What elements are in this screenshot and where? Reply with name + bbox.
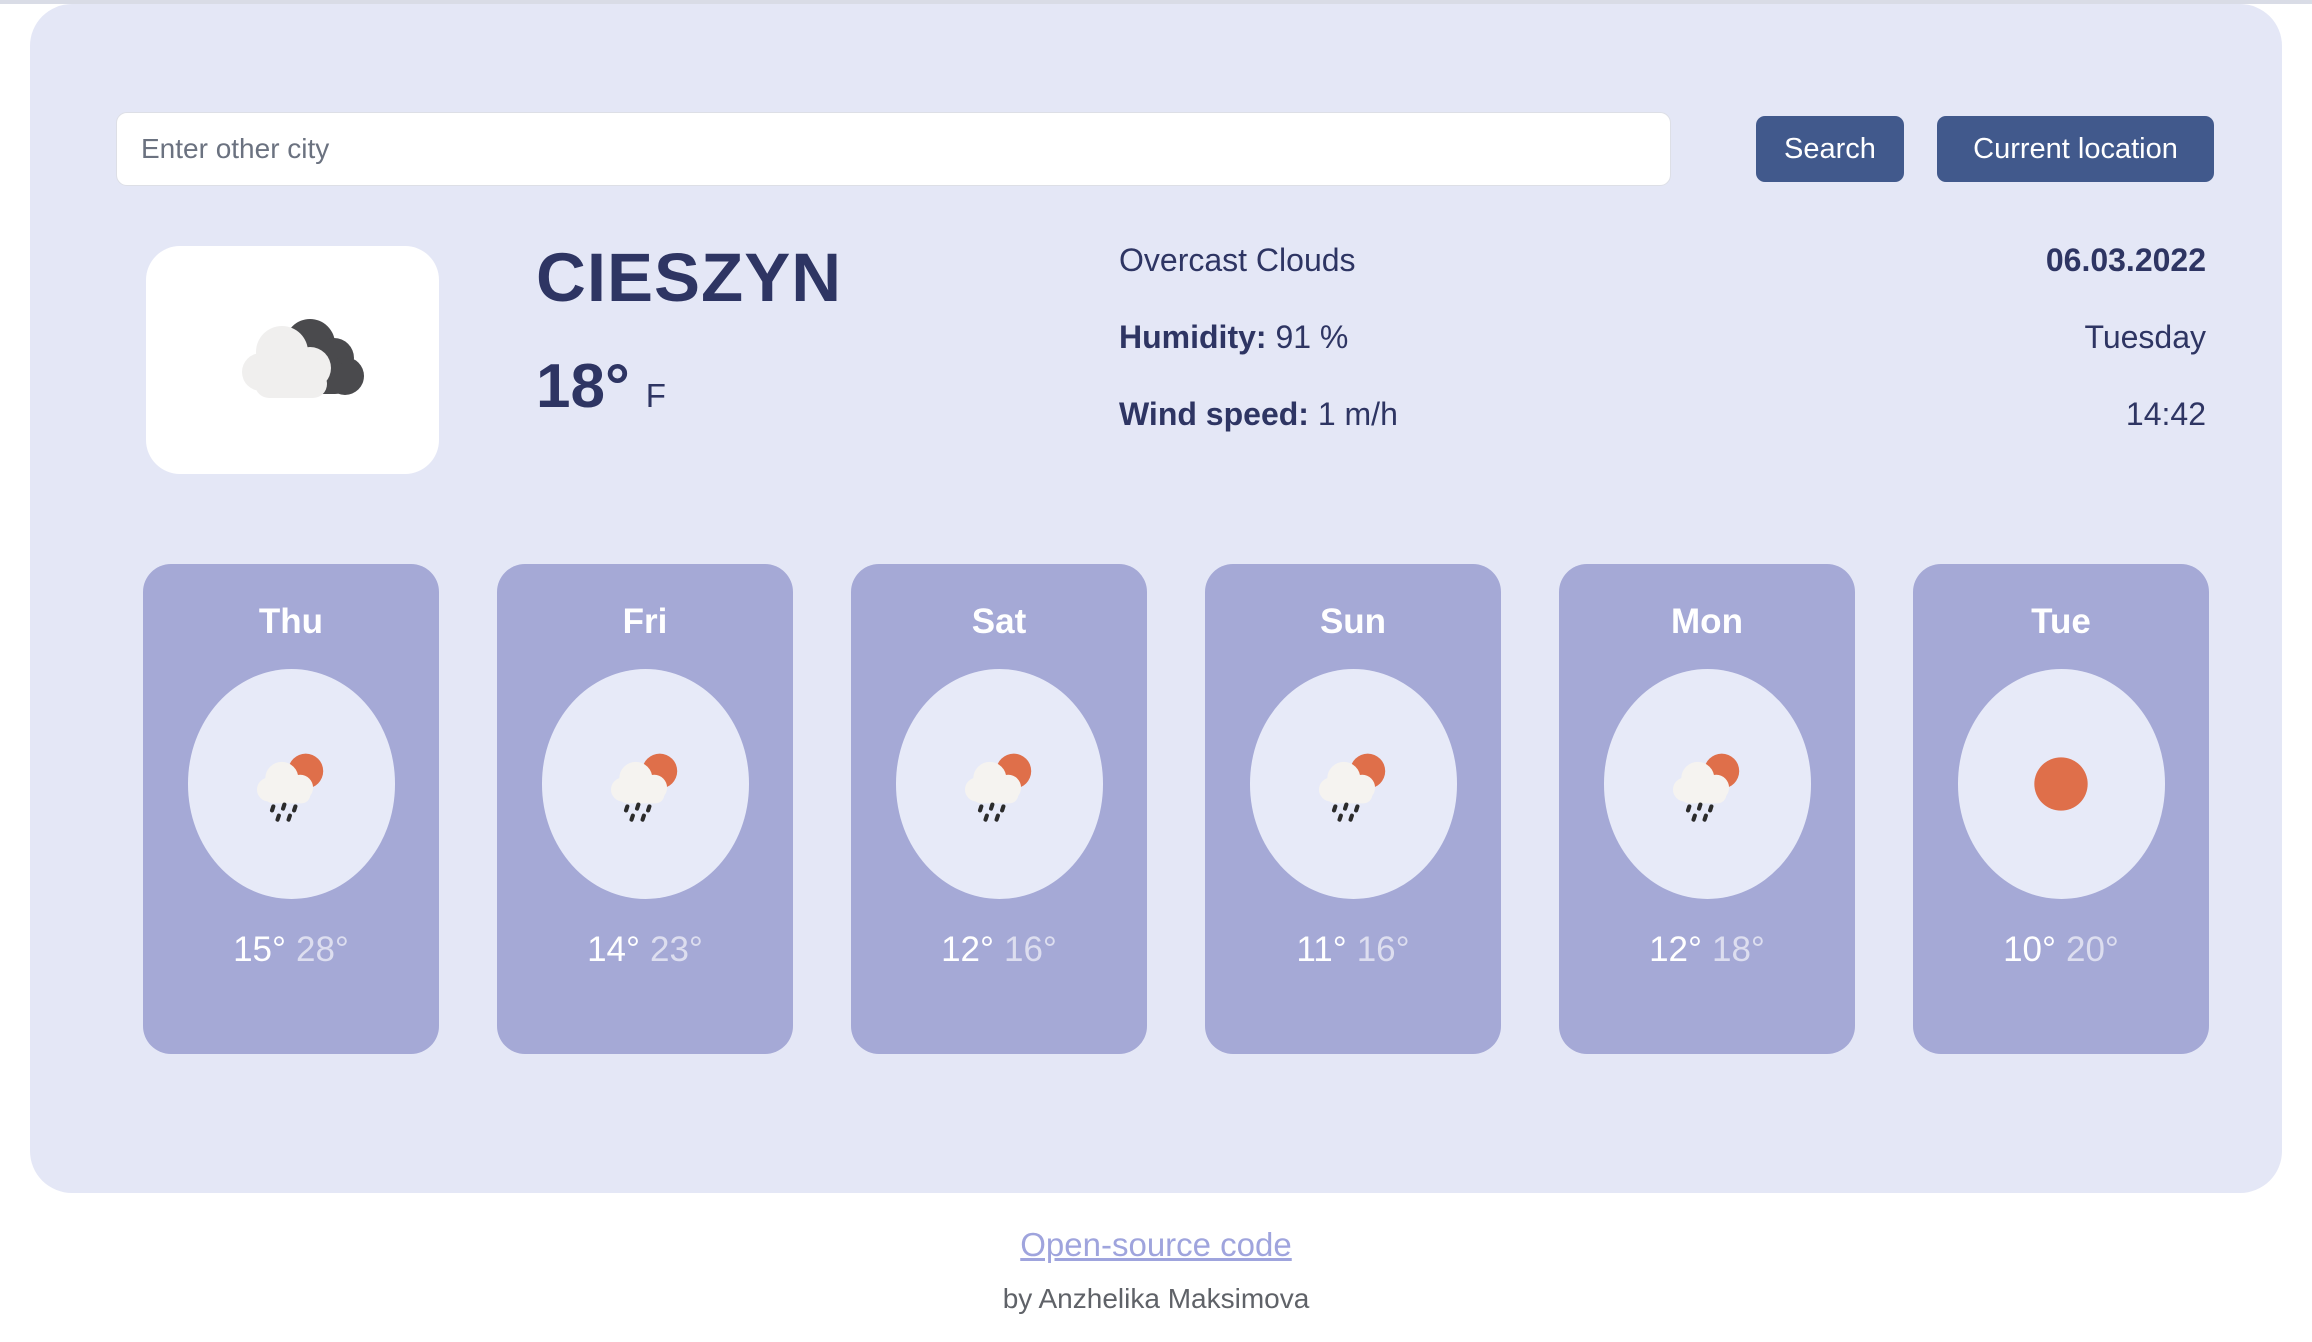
date-time-block: 06.03.2022 Tuesday 14:42 — [1646, 244, 2206, 430]
forecast-high-temp: 16° — [1356, 930, 1410, 969]
city-block: CIESZYN 18° F — [536, 240, 996, 418]
forecast-temperatures: 12° 16° — [941, 932, 1057, 967]
current-time: 14:42 — [2125, 396, 2206, 432]
sun-behind-rain-cloud-icon — [1307, 738, 1399, 830]
forecast-icon-well — [895, 669, 1103, 899]
forecast-high-temp: 23° — [650, 930, 703, 969]
city-search-input[interactable] — [116, 112, 1671, 186]
forecast-card: Fri 14° 23° — [497, 564, 793, 1054]
forecast-low-temp: 14° — [587, 930, 640, 969]
current-date: 06.03.2022 — [2045, 242, 2206, 278]
sun-behind-rain-cloud-icon — [1661, 738, 1753, 830]
forecast-day-label: Sun — [1319, 602, 1387, 641]
forecast-high-temp: 28° — [296, 930, 349, 969]
forecast-icon-well — [1249, 669, 1457, 899]
forecast-day-label: Sat — [971, 602, 1027, 641]
current-temperature-row: 18° F — [536, 351, 996, 421]
forecast-high-temp: 16° — [1004, 930, 1057, 969]
forecast-day-label: Mon — [1671, 602, 1743, 641]
search-row: Search Current location — [116, 112, 2214, 186]
footer: Open-source code by Anzhelika Maksimova — [0, 1228, 2312, 1313]
forecast-icon-well — [1957, 669, 2165, 899]
forecast-day-label: Thu — [258, 602, 324, 641]
forecast-temperatures: 14° 23° — [587, 932, 703, 967]
open-source-code-link[interactable]: Open-source code — [1020, 1228, 1292, 1261]
city-name: CIESZYN — [536, 239, 843, 316]
forecast-day-label: Fri — [622, 602, 668, 641]
forecast-list: Thu 15° 28° Fri 14° 23° Sat 12° 16° Sun … — [143, 564, 2233, 1054]
forecast-high-temp: 20° — [2066, 930, 2119, 969]
forecast-low-temp: 10° — [2003, 930, 2056, 969]
sun-behind-rain-cloud-icon — [953, 738, 1045, 830]
forecast-icon-well — [187, 669, 395, 899]
forecast-icon-well — [541, 669, 749, 899]
current-weather-icon-card — [146, 246, 439, 474]
weather-app-page: Search Current location — [0, 0, 2312, 1342]
forecast-high-temp: 18° — [1712, 930, 1765, 969]
forecast-temperatures: 10° 20° — [2003, 932, 2119, 967]
forecast-card: Mon 12° 18° — [1559, 564, 1855, 1054]
forecast-card: Tue 10° 20° — [1913, 564, 2209, 1054]
forecast-temperatures: 15° 28° — [233, 932, 349, 967]
forecast-card: Sun 11° 16° — [1205, 564, 1501, 1054]
search-button[interactable]: Search — [1756, 116, 1904, 182]
forecast-low-temp: 15° — [233, 930, 286, 969]
current-location-button[interactable]: Current location — [1937, 116, 2214, 182]
forecast-low-temp: 11° — [1296, 930, 1347, 969]
forecast-low-temp: 12° — [941, 930, 994, 969]
sun-behind-rain-cloud-icon — [599, 738, 691, 830]
current-weather-section: CIESZYN 18° F Overcast Clouds Humidity: … — [116, 240, 2206, 480]
current-temperature: 18° — [536, 351, 630, 421]
weather-panel: Search Current location — [30, 4, 2282, 1193]
forecast-low-temp: 12° — [1649, 930, 1702, 969]
forecast-temperatures: 12° 18° — [1649, 932, 1765, 967]
temperature-unit: F — [645, 376, 666, 414]
footer-author: by Anzhelika Maksimova — [1002, 1283, 1310, 1314]
sun-icon — [2015, 738, 2107, 830]
forecast-temperatures: 11° 16° — [1296, 932, 1409, 967]
humidity-label: Humidity: — [1119, 319, 1267, 355]
wind-speed-value: 1 m/h — [1317, 396, 1398, 432]
overcast-clouds-icon — [241, 319, 364, 398]
wind-speed-label: Wind speed: — [1119, 396, 1309, 432]
forecast-day-label: Tue — [2031, 602, 2091, 641]
sun-behind-rain-cloud-icon — [245, 738, 337, 830]
forecast-icon-well — [1603, 669, 1811, 899]
humidity-value: 91 % — [1275, 319, 1349, 355]
forecast-card: Sat 12° 16° — [851, 564, 1147, 1054]
forecast-card: Thu 15° 28° — [143, 564, 439, 1054]
current-weekday: Tuesday — [2084, 319, 2206, 355]
